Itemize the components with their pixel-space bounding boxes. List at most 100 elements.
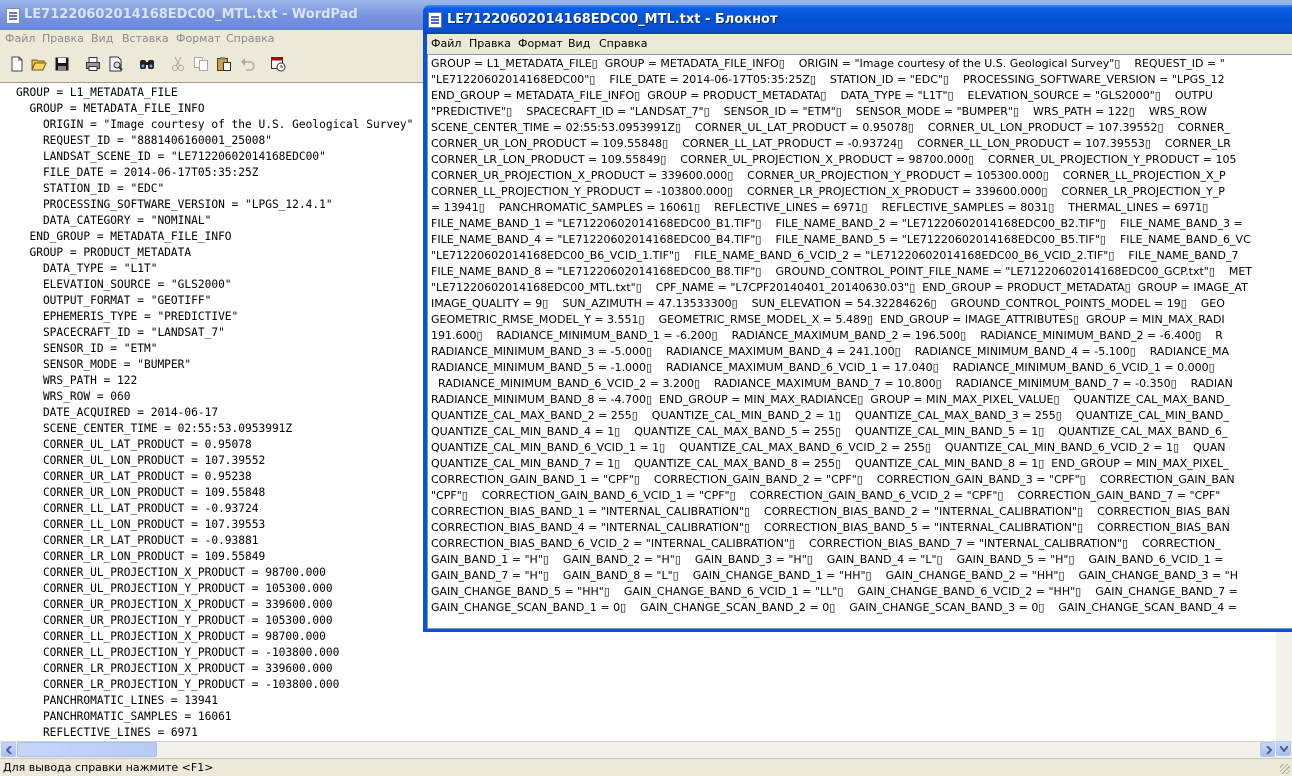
text-line: CORNER_LR_LON_PRODUCT = 109.55849 <box>16 550 266 563</box>
text-line: CORNER_UR_LON_PRODUCT = 109.55848 <box>16 486 266 499</box>
text-line: CORNER_UL_LON_PRODUCT = 107.39552 <box>16 454 266 467</box>
text-line: GEOMETRIC_RMSE_MODEL_Y = 3.551▯ GEOMETRI… <box>431 313 1225 326</box>
text-line: RADIANCE_MINIMUM_BAND_6_VCID_2 = 3.200▯ … <box>431 377 1233 390</box>
new-icon[interactable] <box>9 56 25 72</box>
wordpad-menu-view[interactable]: Вид <box>91 32 113 45</box>
wordpad-title: LE71220602014168EDC00_MTL.txt - WordPad <box>24 7 358 22</box>
text-line: DATA_TYPE = "L1T" <box>16 262 158 275</box>
text-line: PANCHROMATIC_LINES = 13941 <box>16 694 219 707</box>
wordpad-menu-format[interactable]: Формат <box>176 32 221 45</box>
text-line: RADIANCE_MINIMUM_BAND_8 = -4.700▯ END_GR… <box>431 393 1231 406</box>
text-line: "LE71220602014168EDC00_MTL.txt"▯ CPF_NAM… <box>431 281 1248 294</box>
open-icon[interactable] <box>31 56 47 72</box>
chevron-right-icon <box>1266 746 1272 754</box>
notepad-document-text[interactable]: GROUP = L1_METADATA_FILE▯ GROUP = METADA… <box>431 56 1252 616</box>
wordpad-scroll-left-button[interactable] <box>1 742 16 757</box>
wordpad-document-text[interactable]: GROUP = L1_METADATA_FILE GROUP = METADAT… <box>16 85 413 741</box>
text-line: FILE_NAME_BAND_4 = "LE71220602014168EDC0… <box>431 233 1251 246</box>
text-line: CORNER_UR_PROJECTION_Y_PRODUCT = 105300.… <box>16 614 333 627</box>
wordpad-menu-insert[interactable]: Вставка <box>122 32 169 45</box>
notepad-title: LE71220602014168EDC00_MTL.txt - Блокнот <box>447 12 778 27</box>
wordpad-scroll-down-button[interactable] <box>1276 741 1291 756</box>
cut-icon <box>172 56 184 71</box>
text-line: CORNER_UR_PROJECTION_X_PRODUCT = 339600.… <box>16 598 333 611</box>
text-line: CORNER_LL_PROJECTION_X_PRODUCT = 98700.0… <box>16 630 326 643</box>
text-line: DATA_CATEGORY = "NOMINAL" <box>16 214 212 227</box>
chevron-left-icon <box>6 746 12 754</box>
text-line: CORNER_LL_LON_PRODUCT = 107.39553 <box>16 518 266 531</box>
wordpad-menu-file[interactable]: Файл <box>5 32 35 45</box>
text-line: FILE_NAME_BAND_1 = "LE71220602014168EDC0… <box>431 217 1243 230</box>
text-line: CORNER_LR_PROJECTION_Y_PRODUCT = -103800… <box>16 678 340 691</box>
text-line: CORNER_LL_PROJECTION_Y_PRODUCT = -103800… <box>431 185 1225 198</box>
text-line: CORNER_LL_PROJECTION_Y_PRODUCT = -103800… <box>16 646 340 659</box>
text-line: FILE_DATE = 2014-06-17T05:35:25Z <box>16 166 259 179</box>
text-line: CORNER_LR_LON_PRODUCT = 109.55849▯ CORNE… <box>431 153 1237 166</box>
text-line: PROCESSING_SOFTWARE_VERSION = "LPGS_12.4… <box>16 198 333 211</box>
save-icon[interactable] <box>54 56 70 72</box>
text-line: 191.600▯ RADIANCE_MINIMUM_BAND_1 = -6.20… <box>431 329 1223 342</box>
insert-datetime-icon[interactable] <box>270 56 286 72</box>
text-line: "CPF"▯ CORRECTION_GAIN_BAND_6_VCID_1 = "… <box>431 489 1221 502</box>
notepad-menu-file[interactable]: Файл <box>431 37 461 50</box>
print-icon[interactable] <box>85 56 101 72</box>
notepad-window[interactable]: LE71220602014168EDC00_MTL.txt - Блокнот … <box>423 5 1292 632</box>
text-line: GAIN_BAND_1 = "H"▯ GAIN_BAND_2 = "H"▯ GA… <box>431 553 1224 566</box>
text-line: FILE_NAME_BAND_8 = "LE71220602014168EDC0… <box>431 265 1253 278</box>
notepad-app-icon[interactable] <box>428 12 442 28</box>
text-line: END_GROUP = METADATA_FILE_INFO <box>16 230 232 243</box>
notepad-title-bar[interactable]: LE71220602014168EDC00_MTL.txt - Блокнот <box>423 5 1292 34</box>
wordpad-horizontal-scroll-thumb[interactable] <box>17 742 157 757</box>
notepad-menu-view[interactable]: Вид <box>568 37 590 50</box>
text-line: RADIANCE_MINIMUM_BAND_3 = -5.000▯ RADIAN… <box>431 345 1230 358</box>
text-line: CORRECTION_GAIN_BAND_1 = "CPF"▯ CORRECTI… <box>431 473 1235 486</box>
text-line: "LE71220602014168EDC00"▯ FILE_DATE = 201… <box>431 73 1225 86</box>
copy-icon <box>194 57 208 71</box>
text-line: ORIGIN = "Image courtesy of the U.S. Geo… <box>16 118 414 131</box>
text-line: SENSOR_MODE = "BUMPER" <box>16 358 192 371</box>
undo-icon <box>241 58 255 71</box>
text-line: CORRECTION_BIAS_BAND_1 = "INTERNAL_CALIB… <box>431 505 1230 518</box>
text-line: QUANTIZE_CAL_MAX_BAND_2 = 255▯ QUANTIZE_… <box>431 409 1229 422</box>
wordpad-horizontal-scrollbar[interactable] <box>0 741 1276 758</box>
status-text: Для вывода справки нажмите <F1> <box>3 761 214 774</box>
text-line: REQUEST_ID = "8881406160001_25008" <box>16 134 272 147</box>
text-line: CORNER_UL_PROJECTION_Y_PRODUCT = 105300.… <box>16 582 333 595</box>
wordpad-menu-edit[interactable]: Правка <box>42 32 84 45</box>
text-line: GAIN_CHANGE_SCAN_BAND_1 = 0▯ GAIN_CHANGE… <box>431 601 1238 614</box>
text-line: OUTPUT_FORMAT = "GEOTIFF" <box>16 294 212 307</box>
text-line: GAIN_BAND_7 = "H"▯ GAIN_BAND_8 = "L"▯ GA… <box>431 569 1238 582</box>
notepad-menu-format[interactable]: Формат <box>518 37 563 50</box>
text-line: CORNER_UR_LAT_PRODUCT = 0.95238 <box>16 470 252 483</box>
text-line: "PREDICTIVE"▯ SPACECRAFT_ID = "LANDSAT_7… <box>431 105 1208 118</box>
text-line: CORNER_UR_LON_PRODUCT = 109.55848▯ CORNE… <box>431 137 1231 150</box>
text-line: CORRECTION_BIAS_BAND_6_VCID_2 = "INTERNA… <box>431 537 1221 550</box>
text-line: QUANTIZE_CAL_MIN_BAND_6_VCID_1 = 1▯ QUAN… <box>431 441 1226 454</box>
text-line: IMAGE_QUALITY = 9▯ SUN_AZIMUTH = 47.1353… <box>431 297 1225 310</box>
print-preview-icon[interactable] <box>108 56 124 72</box>
text-line: GROUP = METADATA_FILE_INFO <box>16 102 205 115</box>
wordpad-menu-help[interactable]: Справка <box>226 32 274 45</box>
paste-icon[interactable] <box>216 56 232 72</box>
text-line: GAIN_CHANGE_BAND_5 = "HH"▯ GAIN_CHANGE_B… <box>431 585 1238 598</box>
text-line: CORNER_LL_LAT_PRODUCT = -0.93724 <box>16 502 259 515</box>
text-line: DATE_ACQUIRED = 2014-06-17 <box>16 406 219 419</box>
text-line: RADIANCE_MINIMUM_BAND_5 = -1.000▯ RADIAN… <box>431 361 1215 374</box>
text-line: GROUP = L1_METADATA_FILE <box>16 86 178 99</box>
notepad-menu-help[interactable]: Справка <box>599 37 647 50</box>
find-icon[interactable] <box>139 56 155 72</box>
text-line: LANDSAT_SCENE_ID = "LE71220602014168EDC0… <box>16 150 326 163</box>
text-line: CORRECTION_BIAS_BAND_4 = "INTERNAL_CALIB… <box>431 521 1230 534</box>
notepad-menu-bar: Файл Правка Формат Вид Справка <box>427 34 1292 54</box>
notepad-text-area[interactable]: GROUP = L1_METADATA_FILE▯ GROUP = METADA… <box>427 54 1292 629</box>
text-line: REFLECTIVE_LINES = 6971 <box>16 726 198 739</box>
text-line: STATION_ID = "EDC" <box>16 182 165 195</box>
notepad-menu-edit[interactable]: Правка <box>469 37 511 50</box>
text-line: SENSOR_ID = "ETM" <box>16 342 158 355</box>
wordpad-scroll-right-button[interactable] <box>1260 742 1275 757</box>
wordpad-app-icon[interactable] <box>6 8 20 24</box>
resize-grip[interactable] <box>1280 764 1290 774</box>
text-line: CORNER_LR_LAT_PRODUCT = -0.93881 <box>16 534 259 547</box>
wordpad-status-bar: Для вывода справки нажмите <F1> <box>0 758 1292 776</box>
text-line: WRS_ROW = 060 <box>16 390 131 403</box>
